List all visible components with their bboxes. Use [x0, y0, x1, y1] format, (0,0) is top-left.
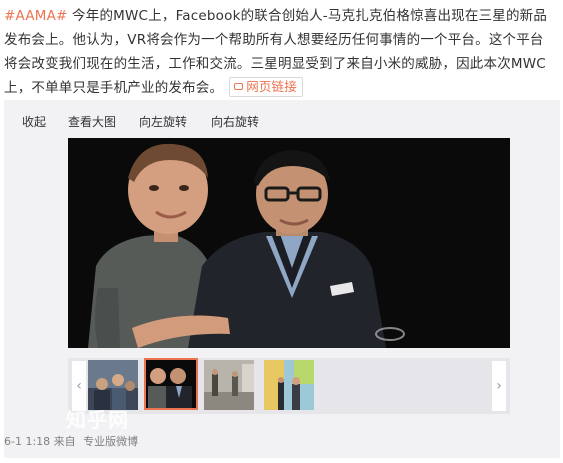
- post-source-link[interactable]: 专业版微博: [83, 435, 138, 448]
- thumbnail-3-image: [204, 360, 254, 410]
- collapse-button[interactable]: 收起: [22, 115, 46, 129]
- thumbnail-next-arrow[interactable]: ›: [492, 361, 506, 411]
- thumbnail-2-selected[interactable]: [144, 358, 198, 410]
- thumbnail-3[interactable]: [204, 360, 254, 410]
- watermark: 知乎网: [66, 408, 129, 432]
- view-large-button[interactable]: 查看大图: [68, 115, 116, 129]
- thumbnail-2-image: [146, 360, 196, 408]
- thumbnail-1-image: [88, 360, 138, 410]
- from-label: 来自: [53, 435, 76, 448]
- rotate-left-button[interactable]: 向左旋转: [139, 115, 187, 129]
- hashtag-link[interactable]: #AAMA#: [4, 8, 68, 24]
- view-large-label: 查看大图: [68, 115, 117, 129]
- rotate-right-button[interactable]: 向右旋转: [211, 115, 259, 129]
- web-link-label: 网页链接: [246, 79, 298, 94]
- main-photo-image: [68, 138, 510, 348]
- web-link-button[interactable]: 网页链接: [229, 77, 304, 97]
- media-toolbar: 收起 查看大图 向左旋转 向右旋转: [4, 100, 560, 140]
- post-footer: 6-1 1:18 来自 专业版微博: [0, 430, 510, 454]
- main-photo[interactable]: [68, 138, 510, 348]
- collapse-label: 收起: [22, 115, 47, 129]
- post-text: #AAMA# 今年的MWC上，Facebook的联合创始人-马克扎克伯格惊喜出现…: [4, 4, 556, 100]
- thumbnail-4-image: [264, 360, 314, 410]
- thumbnail-strip: ‹ ›: [68, 358, 510, 414]
- thumbnail-1[interactable]: [88, 360, 138, 410]
- rotate-left-label: 向左旋转: [139, 115, 188, 129]
- thumbnail-4[interactable]: [264, 360, 314, 410]
- rotate-right-label: 向右旋转: [211, 115, 260, 129]
- post-time[interactable]: 6-1 1:18: [4, 435, 50, 448]
- link-icon: [234, 83, 244, 90]
